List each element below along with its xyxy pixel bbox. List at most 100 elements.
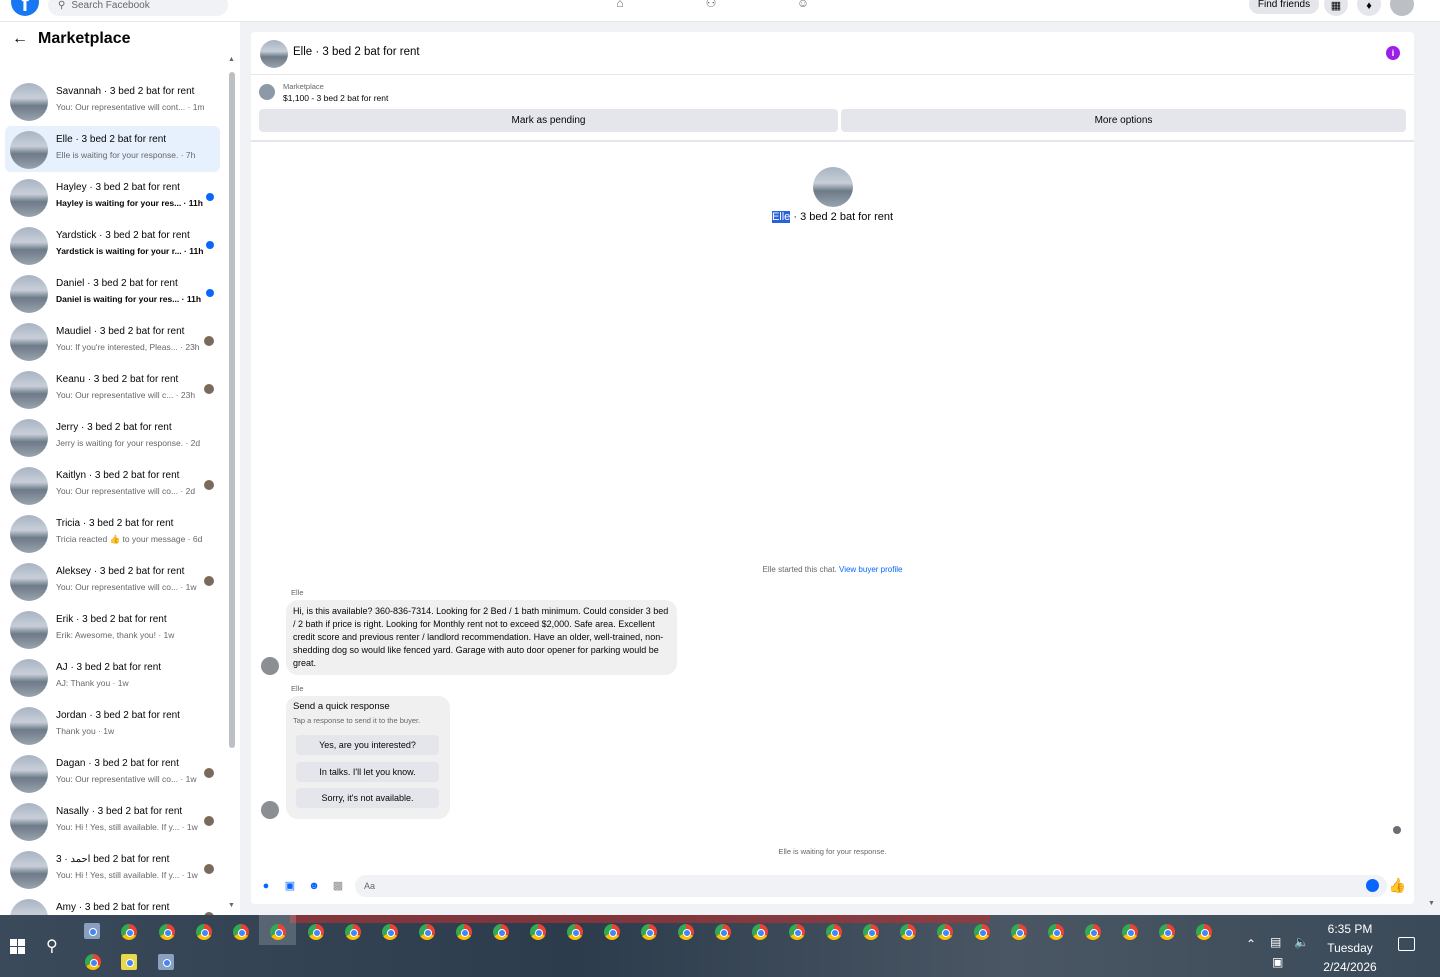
pinned-app-icon[interactable] <box>84 923 100 939</box>
pinned-tool-icon[interactable] <box>158 954 174 970</box>
search-input[interactable]: ⚲ Search Facebook <box>48 0 228 16</box>
chrome-taskbar-icon[interactable] <box>493 924 509 940</box>
page-scroll-down-icon[interactable]: ▼ <box>1428 900 1435 907</box>
volume-icon[interactable]: 🔈 <box>1294 935 1309 949</box>
chrome-taskbar-icon[interactable] <box>233 924 249 940</box>
conversation-item[interactable]: Keanu · 3 bed 2 bat for rent You: Our rep… <box>5 366 220 412</box>
photo-icon[interactable]: ▣ <box>284 880 296 892</box>
home-icon[interactable]: ⌂ <box>612 0 628 10</box>
conversation-item[interactable]: Jordan · 3 bed 2 bat for rent Thank you ·… <box>5 702 220 748</box>
windows-start-icon[interactable] <box>10 939 26 955</box>
quick-response-sender-name: Elle <box>291 684 304 693</box>
chrome-taskbar-icon[interactable] <box>974 924 990 940</box>
chrome-taskbar-icon[interactable] <box>678 924 694 940</box>
chrome-taskbar-icon[interactable] <box>900 924 916 940</box>
find-friends-button[interactable]: Find friends <box>1249 0 1319 14</box>
sender-avatar[interactable] <box>261 657 279 675</box>
show-hidden-icons-chevron-icon[interactable]: ⌃ <box>1246 937 1256 951</box>
gif-icon[interactable]: ▩ <box>332 880 344 892</box>
sidebar-scrollbar-thumb[interactable] <box>229 72 235 748</box>
conversation-item[interactable]: Savannah · 3 bed 2 bat for rent You: Our … <box>5 78 220 124</box>
conversation-item[interactable]: احمد · 3 bed 2 bat for rent You: Hi ! Yes… <box>5 846 220 892</box>
quick-response-option[interactable]: In talks. I'll let you know. <box>296 762 439 782</box>
chrome-taskbar-icon[interactable] <box>196 924 212 940</box>
conversation-item[interactable]: Jerry · 3 bed 2 bat for rent Jerry is wai… <box>5 414 220 460</box>
conversation-item[interactable]: Yardstick · 3 bed 2 bat for rent Yardstic… <box>5 222 220 268</box>
sticker-icon[interactable]: ☻ <box>308 880 320 892</box>
chrome-taskbar-icon[interactable] <box>826 924 842 940</box>
chat-header-avatar[interactable] <box>260 40 288 68</box>
action-center-icon[interactable] <box>1398 937 1415 951</box>
thumbs-up-icon[interactable]: 👍 <box>1389 877 1406 894</box>
view-buyer-profile-link[interactable]: View buyer profile <box>839 565 902 574</box>
conversation-item[interactable]: Dagan · 3 bed 2 bat for rent You: Our rep… <box>5 750 220 796</box>
chat-header: Elle · 3 bed 2 bat for rent i <box>251 32 1414 75</box>
chrome-taskbar-icon[interactable] <box>419 924 435 940</box>
chrome-taskbar-icon[interactable] <box>752 924 768 940</box>
scroll-down-icon[interactable]: ▼ <box>228 902 235 909</box>
account-avatar[interactable] <box>1390 0 1414 16</box>
conversation-name: Kaitlyn · 3 bed 2 bat for rent <box>56 470 180 481</box>
chrome-taskbar-icon[interactable] <box>382 924 398 940</box>
mark-as-pending-button[interactable]: Mark as pending <box>259 109 838 132</box>
chrome-taskbar-icon[interactable] <box>1122 924 1138 940</box>
emoji-icon[interactable] <box>1366 879 1379 892</box>
chat-header-title[interactable]: Elle · 3 bed 2 bat for rent <box>293 46 420 58</box>
conversation-item[interactable]: Nasally · 3 bed 2 bat for rent You: Hi ! … <box>5 798 220 844</box>
conversation-avatar[interactable] <box>813 167 853 207</box>
conversation-item[interactable]: Hayley · 3 bed 2 bat for rent Hayley is w… <box>5 174 220 220</box>
conversation-item[interactable]: Maudiel · 3 bed 2 bat for rent You: If yo… <box>5 318 220 364</box>
conversation-item[interactable]: Kaitlyn · 3 bed 2 bat for rent You: Our r… <box>5 462 220 508</box>
sender-avatar[interactable] <box>261 801 279 819</box>
chrome-taskbar-icon[interactable] <box>530 924 546 940</box>
message-input[interactable]: Aa <box>355 875 1387 897</box>
groups-icon[interactable]: ☺ <box>795 0 811 10</box>
notifications-bell-icon[interactable]: ♦ <box>1357 0 1381 16</box>
chrome-taskbar-icon[interactable] <box>456 924 472 940</box>
menu-grid-icon[interactable]: ▦ <box>1324 0 1348 16</box>
chrome-taskbar-icon[interactable] <box>270 924 286 940</box>
info-icon[interactable]: i <box>1386 46 1400 60</box>
conversation-avatar <box>10 371 48 409</box>
scroll-up-icon[interactable]: ▲ <box>228 56 235 63</box>
microphone-icon[interactable]: ● <box>260 880 272 892</box>
conversation-preview: You: Our representative will co... · 1w <box>56 582 197 592</box>
back-arrow-icon[interactable]: ← <box>12 30 28 48</box>
listing-thumbnail <box>259 84 275 100</box>
chrome-taskbar-icon[interactable] <box>641 924 657 940</box>
chrome-taskbar-icon[interactable] <box>863 924 879 940</box>
notes-app-icon[interactable] <box>121 954 137 970</box>
meet-now-icon[interactable]: ▣ <box>1272 955 1283 969</box>
conversation-item[interactable]: Aleksey · 3 bed 2 bat for rent You: Our r… <box>5 558 220 604</box>
chrome-taskbar-icon[interactable] <box>567 924 583 940</box>
chrome-taskbar-icon[interactable] <box>308 924 324 940</box>
chrome-taskbar-icon[interactable] <box>789 924 805 940</box>
chrome-taskbar-icon[interactable] <box>121 924 137 940</box>
chrome-taskbar-icon[interactable] <box>345 924 361 940</box>
chrome-taskbar-icon[interactable] <box>715 924 731 940</box>
quick-response-option[interactable]: Yes, are you interested? <box>296 735 439 755</box>
chrome-taskbar-icon[interactable] <box>604 924 620 940</box>
quick-response-option[interactable]: Sorry, it's not available. <box>296 788 439 808</box>
chrome-taskbar-icon[interactable] <box>1159 924 1175 940</box>
facebook-logo-icon[interactable]: f <box>11 0 39 16</box>
friends-icon[interactable]: ⚇ <box>703 0 719 10</box>
chrome-taskbar-icon[interactable] <box>1196 924 1212 940</box>
chrome-taskbar-icon[interactable] <box>1011 924 1027 940</box>
conversation-item[interactable]: Daniel · 3 bed 2 bat for rent Daniel is w… <box>5 270 220 316</box>
conversation-item[interactable]: Erik · 3 bed 2 bat for rent Erik: Awesome… <box>5 606 220 652</box>
conversation-item[interactable]: Elle · 3 bed 2 bat for rent Elle is waiti… <box>5 126 220 172</box>
chrome-taskbar-icon[interactable] <box>85 954 101 970</box>
message-sender-name: Elle <box>291 588 304 597</box>
network-icon[interactable]: ▤ <box>1270 935 1281 949</box>
chrome-taskbar-icon[interactable] <box>159 924 175 940</box>
taskbar-search-icon[interactable]: ⚲ <box>46 936 58 956</box>
conversation-item[interactable]: AJ · 3 bed 2 bat for rent AJ: Thank you ·… <box>5 654 220 700</box>
taskbar-clock[interactable]: 6:35 PM Tuesday 2/24/2026 <box>1318 920 1382 977</box>
conversation-name: Amy · 3 bed 2 bat for rent <box>56 902 170 913</box>
chrome-taskbar-icon[interactable] <box>1085 924 1101 940</box>
chrome-taskbar-icon[interactable] <box>937 924 953 940</box>
conversation-item[interactable]: Tricia · 3 bed 2 bat for rent Tricia reac… <box>5 510 220 556</box>
more-options-button[interactable]: More options <box>841 109 1406 132</box>
chrome-taskbar-icon[interactable] <box>1048 924 1064 940</box>
